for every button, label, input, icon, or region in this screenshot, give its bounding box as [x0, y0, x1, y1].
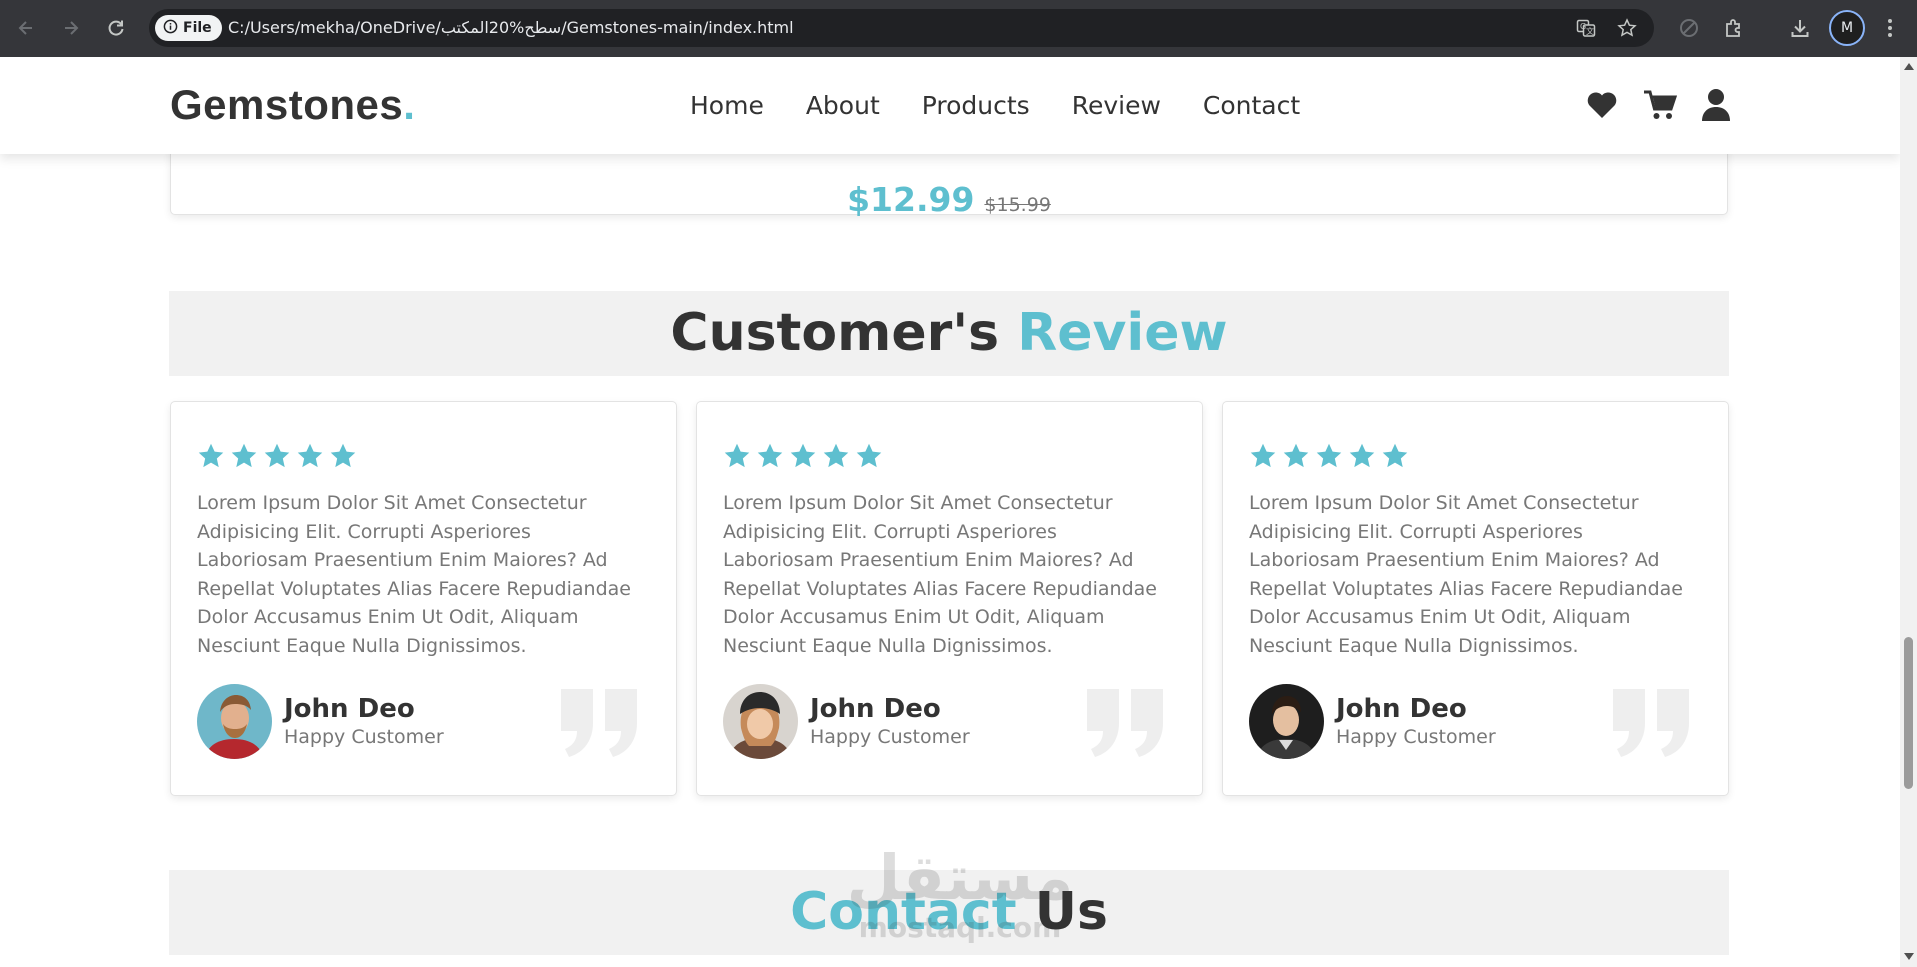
extension-blocked-icon[interactable]	[1675, 14, 1703, 42]
info-icon	[163, 19, 178, 38]
reviewer-name: John Deo	[284, 694, 415, 724]
heart-icon[interactable]	[1585, 88, 1619, 122]
address-bar[interactable]: File C:/Users/mekha/OneDrive/سطح%20المكت…	[149, 9, 1654, 47]
star-rating	[1249, 442, 1409, 470]
review-card: Lorem Ipsum Dolor Sit Amet Consectetur A…	[170, 401, 677, 796]
star-icon[interactable]	[1616, 17, 1638, 39]
star-icon	[856, 443, 882, 468]
quote-icon	[1087, 689, 1163, 761]
profile-avatar[interactable]: M	[1829, 10, 1865, 46]
header-icons	[1585, 88, 1731, 122]
review-text: Lorem Ipsum Dolor Sit Amet Consectetur A…	[1249, 492, 1683, 657]
quote-icon	[561, 689, 637, 761]
forward-icon[interactable]	[57, 14, 85, 42]
star-icon	[790, 443, 816, 468]
reviewer-avatar	[197, 684, 272, 759]
review-card: Lorem Ipsum Dolor Sit Amet Consectetur A…	[696, 401, 1203, 796]
reviewer-name: John Deo	[810, 694, 941, 724]
review-card: Lorem Ipsum Dolor Sit Amet Consectetur A…	[1222, 401, 1729, 796]
scroll-thumb[interactable]	[1904, 637, 1913, 789]
url-text[interactable]: C:/Users/mekha/OneDrive/سطح%20المكتب/Gem…	[228, 9, 794, 47]
reload-icon[interactable]	[102, 14, 130, 42]
browser-toolbar: File C:/Users/mekha/OneDrive/سطح%20المكت…	[0, 0, 1917, 57]
site-logo[interactable]: Gemstones.	[170, 81, 415, 129]
contact-title-accent: Contact	[790, 882, 1017, 942]
nav-link-contact[interactable]: Contact	[1203, 91, 1300, 120]
star-icon	[757, 443, 783, 468]
logo-text: Gemstones	[170, 81, 404, 128]
file-chip-label: File	[183, 20, 212, 36]
star-icon	[823, 443, 849, 468]
profile-initial: M	[1840, 20, 1854, 36]
star-icon	[724, 443, 750, 468]
contact-section-heading: Contact Us	[169, 870, 1729, 955]
star-icon	[1349, 443, 1375, 468]
star-icon	[264, 443, 290, 468]
star-icon	[1283, 443, 1309, 468]
star-icon	[1316, 443, 1342, 468]
star-rating	[723, 442, 883, 470]
svg-text:文: 文	[1586, 26, 1594, 36]
quote-icon	[1613, 689, 1689, 761]
nav-link-about[interactable]: About	[806, 91, 880, 120]
site-header: Gemstones. Home About Products Review Co…	[0, 57, 1900, 154]
site-info-chip[interactable]: File	[155, 15, 222, 41]
review-text: Lorem Ipsum Dolor Sit Amet Consectetur A…	[723, 492, 1157, 657]
star-rating	[197, 442, 357, 470]
product-price: $12.99 $15.99	[171, 180, 1727, 219]
star-icon	[297, 443, 323, 468]
old-price: $15.99	[984, 194, 1051, 216]
contact-title-main: Us	[1034, 882, 1108, 942]
page-viewport: $12.99 $15.99 Gemstones. Home About Produ…	[0, 57, 1900, 967]
translate-icon[interactable]: G文	[1575, 17, 1597, 39]
reviewer-name: John Deo	[1336, 694, 1467, 724]
reviewer-avatar	[1249, 684, 1324, 759]
star-icon	[330, 443, 356, 468]
download-icon[interactable]	[1786, 14, 1814, 42]
main-nav: Home About Products Review Contact	[690, 57, 1300, 154]
menu-icon[interactable]	[1876, 14, 1904, 42]
review-text: Lorem Ipsum Dolor Sit Amet Consectetur A…	[197, 492, 631, 657]
nav-link-home[interactable]: Home	[690, 91, 764, 120]
nav-link-products[interactable]: Products	[922, 91, 1030, 120]
review-title-main: Customer's	[670, 303, 1000, 363]
reviewer-avatar	[723, 684, 798, 759]
star-icon	[1382, 443, 1408, 468]
reviewer-role: Happy Customer	[284, 726, 444, 748]
review-title-accent: Review	[1017, 303, 1228, 363]
page-scrollbar[interactable]	[1900, 57, 1917, 967]
cart-icon[interactable]	[1643, 88, 1678, 122]
review-title: Customer's Review	[169, 291, 1729, 376]
nav-link-review[interactable]: Review	[1072, 91, 1161, 120]
reviewer-role: Happy Customer	[810, 726, 970, 748]
user-icon[interactable]	[1701, 88, 1731, 122]
scroll-down-arrow[interactable]	[1904, 953, 1914, 960]
back-icon[interactable]	[12, 14, 40, 42]
star-icon	[1250, 443, 1276, 468]
contact-title: Contact Us	[169, 870, 1729, 955]
reviewer-role: Happy Customer	[1336, 726, 1496, 748]
review-section-heading: Customer's Review	[169, 291, 1729, 376]
star-icon	[231, 443, 257, 468]
logo-dot: .	[403, 81, 416, 128]
extensions-icon[interactable]	[1720, 14, 1748, 42]
scroll-up-arrow[interactable]	[1904, 63, 1914, 70]
star-icon	[198, 443, 224, 468]
current-price: $12.99	[847, 180, 975, 219]
